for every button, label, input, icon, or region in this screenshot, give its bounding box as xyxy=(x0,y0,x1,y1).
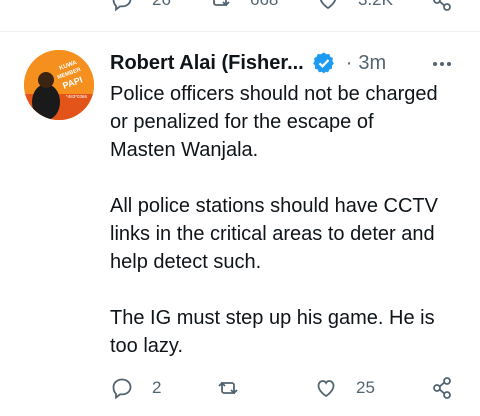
retweet-icon xyxy=(218,381,238,395)
previous-tweet-action-bar: 26 668 3.2K xyxy=(0,0,480,18)
share-button[interactable] xyxy=(430,0,454,12)
reply-icon xyxy=(112,0,132,12)
author-name[interactable]: Robert Alai (Fisher... xyxy=(110,52,304,75)
share-button[interactable] xyxy=(430,376,454,400)
like-count: 25 xyxy=(356,378,375,397)
tweet-text: Police officers should not be charged or… xyxy=(110,83,438,357)
retweet-button[interactable]: 668 xyxy=(208,0,278,12)
share-icon xyxy=(433,377,451,399)
like-icon xyxy=(317,380,335,398)
tweet[interactable]: KUWA MEMBER PAPI *483*0366 Robert Alai (… xyxy=(0,32,480,400)
avatar[interactable]: KUWA MEMBER PAPI *483*0366 xyxy=(24,50,94,120)
avatar-text-code: *483*0366 xyxy=(66,94,88,99)
like-button[interactable]: 25 xyxy=(314,376,375,400)
reply-button[interactable]: 2 xyxy=(110,376,161,400)
share-icon xyxy=(433,0,451,11)
reply-count: 26 xyxy=(152,0,171,10)
reply-count: 2 xyxy=(152,378,162,397)
more-options-icon[interactable] xyxy=(430,52,454,76)
retweet-button[interactable] xyxy=(216,376,240,400)
retweet-icon xyxy=(213,0,230,7)
avatar-image: KUWA MEMBER PAPI *483*0366 xyxy=(24,50,94,120)
retweet-count: 668 xyxy=(250,0,278,10)
like-count: 3.2K xyxy=(358,0,393,10)
verified-badge-icon xyxy=(312,52,334,74)
tweet-timestamp[interactable]: 3m xyxy=(358,52,386,75)
reply-button[interactable]: 26 xyxy=(110,0,171,12)
like-button[interactable]: 3.2K xyxy=(316,0,393,12)
like-icon xyxy=(319,0,337,10)
tweet-action-bar: 2 25 xyxy=(0,376,480,416)
reply-icon xyxy=(112,378,132,400)
tweet-header: Robert Alai (Fisher... · 3m xyxy=(110,50,460,76)
time-separator: · xyxy=(345,51,353,74)
